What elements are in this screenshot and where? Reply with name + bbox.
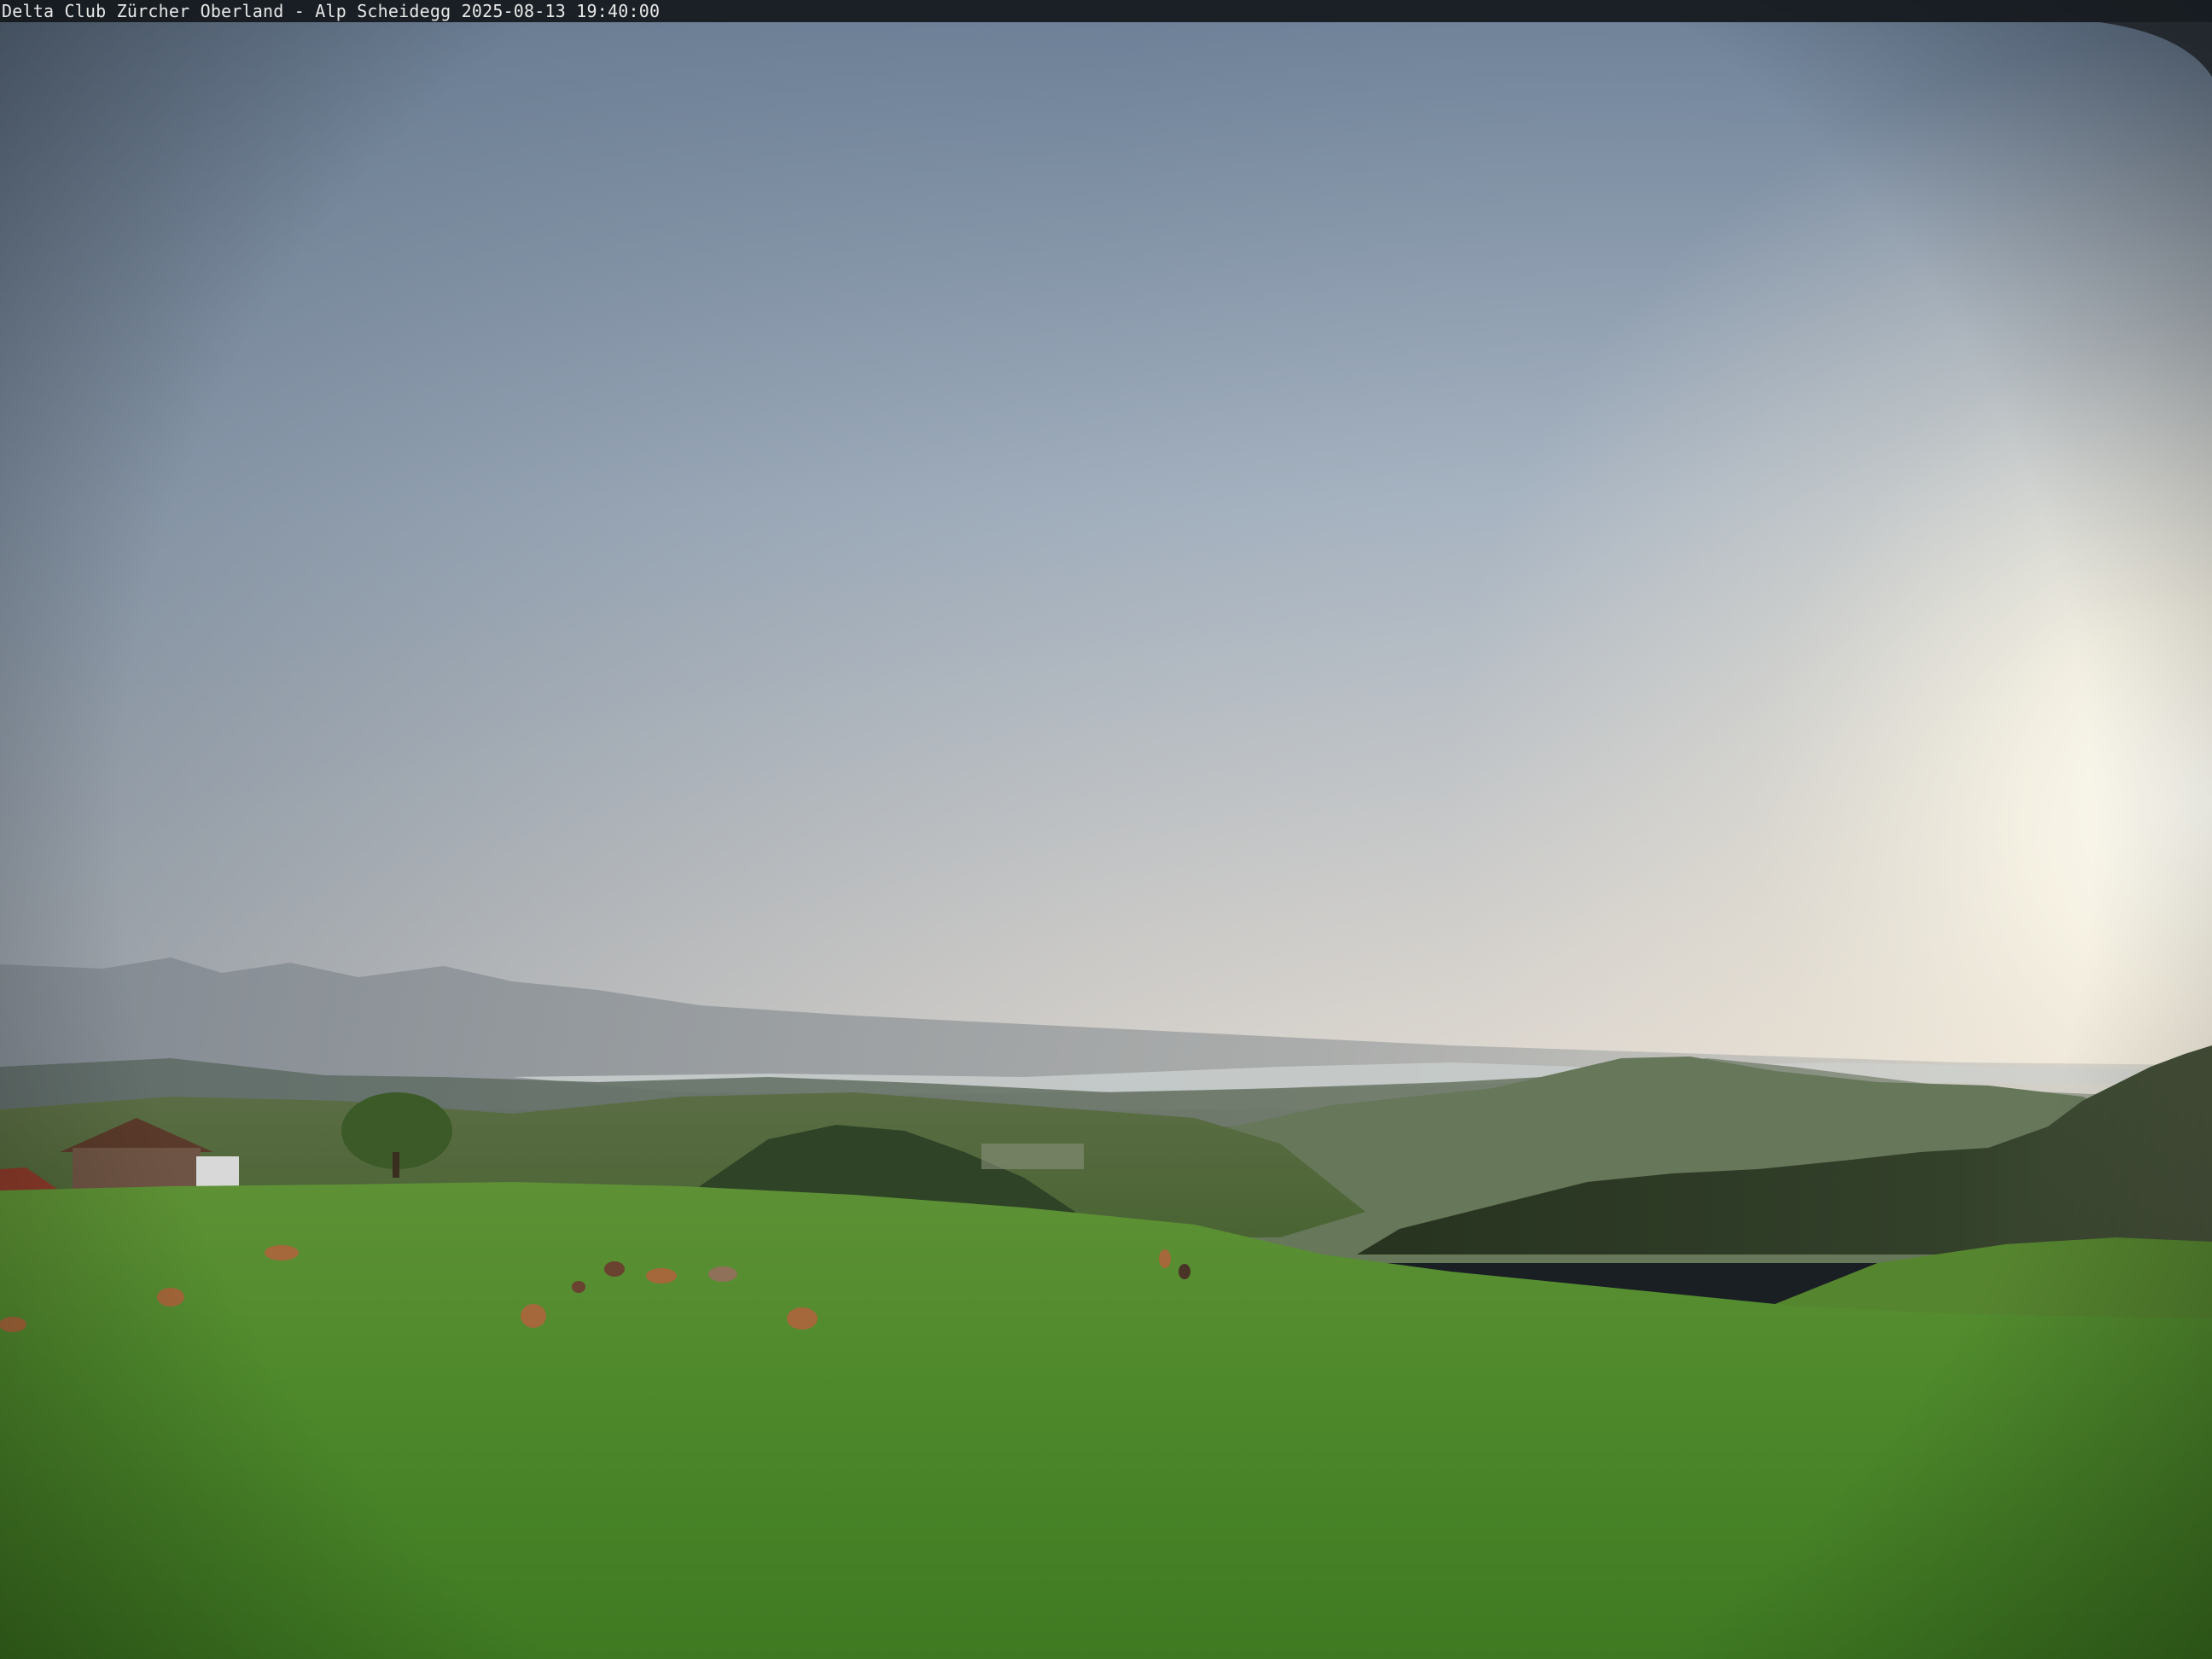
caption-bar: Delta Club Zürcher Oberland - Alp Scheid…	[0, 0, 2212, 22]
landscape-photo	[0, 0, 2212, 1659]
vignette	[0, 0, 2212, 1659]
webcam-caption: Delta Club Zürcher Oberland - Alp Scheid…	[2, 1, 661, 21]
webcam-frame: Delta Club Zürcher Oberland - Alp Scheid…	[0, 0, 2212, 1659]
